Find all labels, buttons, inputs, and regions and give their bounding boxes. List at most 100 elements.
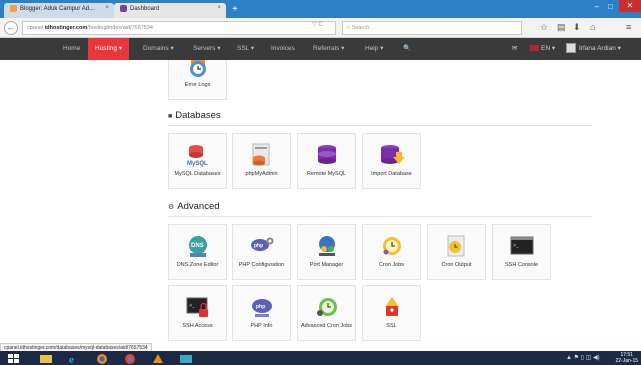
section-title-databases: ■ Databases	[168, 110, 221, 121]
card-cron-jobs[interactable]: Cron Jobs	[362, 224, 421, 280]
svg-text:>_: >_	[513, 243, 520, 249]
php-info-icon: php	[252, 299, 272, 317]
card-label: PHP Info	[250, 323, 273, 329]
address-prefix: cpanel.	[27, 25, 45, 31]
nav-domains[interactable]: Domains ▾	[136, 38, 181, 60]
card-mysql-databases[interactable]: MySQL MySQL Databases	[168, 133, 227, 189]
section-title-advanced: ⚙ Advanced	[168, 201, 220, 212]
address-bar[interactable]: cpanel.idhostinger.com/hosting/index/aid…	[22, 21, 336, 35]
nav-help[interactable]: Help ▾	[358, 38, 390, 60]
card-label: SSH Console	[504, 262, 539, 268]
clock[interactable]: 17:51 22-Jan-15	[615, 352, 638, 364]
main-content: Error Logs ■ Databases MySQL MySQL Databa…	[0, 60, 641, 344]
card-ssl[interactable]: SSL	[362, 285, 421, 341]
tray-icons[interactable]: ▲ ⚑ ▯ ◫ ◀)	[566, 354, 600, 361]
new-tab-button[interactable]: +	[232, 4, 238, 15]
card-port-manager[interactable]: Port Manager	[297, 224, 356, 280]
card-label: MySQL Databases	[174, 171, 221, 177]
cron-output-icon	[447, 235, 465, 257]
card-dns-zone-editor[interactable]: DNS DNS Zone Editor	[168, 224, 227, 280]
maximize-button[interactable]: □	[608, 2, 613, 11]
card-label: SSL	[386, 323, 397, 329]
tab-blogger[interactable]: Blogger: Aduk Campur Ad... ×	[4, 3, 114, 18]
hostinger-favicon-icon	[120, 5, 127, 12]
app-icon[interactable]	[178, 353, 194, 364]
card-import-database[interactable]: Import Database	[362, 133, 421, 189]
reload-button[interactable]: ▽ C	[312, 21, 323, 28]
card-ssh-access[interactable]: >_ SSH Access	[168, 285, 227, 341]
divider	[168, 125, 592, 126]
error-logs-icon	[190, 60, 206, 77]
nav-servers[interactable]: Servers ▾	[186, 38, 227, 60]
close-tab-icon[interactable]: ×	[217, 5, 221, 11]
database-section-icon: ■	[168, 113, 173, 120]
card-phpmyadmin[interactable]: phpMyAdmin	[232, 133, 291, 189]
clock-date: 22-Jan-15	[615, 358, 638, 364]
nav-referrals[interactable]: Referrals ▾	[306, 38, 351, 60]
close-window-button[interactable]: ✕	[619, 0, 641, 12]
card-advanced-cron-jobs[interactable]: Advanced Cron Jobs	[297, 285, 356, 341]
browser-search-input[interactable]: ⌕ Search	[342, 21, 522, 35]
nav-hosting[interactable]: Hosting ▾	[88, 38, 130, 62]
card-label: Port Manager	[309, 262, 344, 268]
card-php-configuration[interactable]: php PHP Configuration	[232, 224, 291, 280]
cron-jobs-icon	[383, 237, 401, 255]
svg-text:DNS: DNS	[191, 243, 204, 249]
mail-icon[interactable]: ✉	[512, 38, 517, 60]
language-selector[interactable]: EN ▾	[530, 38, 555, 60]
site-navbar: Home Hosting ▾ Domains ▾ Servers ▾ SSL ▾…	[0, 38, 641, 62]
svg-text:php: php	[256, 304, 265, 310]
card-label: Cron Jobs	[378, 262, 405, 268]
advanced-cron-icon	[317, 298, 337, 316]
card-cron-output[interactable]: Cron Output	[427, 224, 486, 280]
nav-invoices[interactable]: Invoices	[264, 38, 302, 60]
divider	[168, 216, 592, 217]
vlc-icon[interactable]	[150, 353, 166, 364]
card-ssh-console[interactable]: >_ SSH Console	[492, 224, 551, 280]
card-error-logs[interactable]: Error Logs	[168, 60, 227, 100]
chrome-icon[interactable]	[122, 353, 138, 364]
language-label: EN ▾	[541, 45, 556, 52]
card-label: Remote MySQL	[306, 171, 347, 177]
tab-dashboard[interactable]: Dashboard ×	[114, 3, 226, 18]
address-domain: idhostinger.com	[44, 25, 88, 31]
menu-icon[interactable]: ≡	[626, 22, 631, 32]
card-remote-mysql[interactable]: Remote MySQL	[297, 133, 356, 189]
file-explorer-icon[interactable]	[38, 353, 54, 364]
svg-text:php: php	[254, 243, 263, 249]
card-label: PHP Configuration	[238, 262, 285, 268]
internet-explorer-icon[interactable]: e	[66, 353, 82, 364]
browser-toolbar: ← cpanel.idhostinger.com/hosting/index/a…	[0, 18, 641, 38]
close-tab-icon[interactable]: ×	[105, 5, 109, 11]
download-icon[interactable]: ⬇	[573, 22, 581, 33]
advanced-section-icon: ⚙	[168, 204, 175, 211]
browser-tab-bar: Blogger: Aduk Campur Ad... × Dashboard ×…	[0, 0, 641, 18]
svg-text:>_: >_	[189, 303, 196, 309]
minimize-button[interactable]: –	[595, 2, 599, 11]
nav-ssl[interactable]: SSL ▾	[230, 38, 261, 60]
windows-start-icon[interactable]	[6, 353, 22, 364]
search-icon[interactable]: 🔍	[396, 38, 418, 60]
bookmarks-icon[interactable]: ▤	[557, 22, 566, 33]
card-label: Import Database	[371, 171, 412, 177]
svg-text:MySQL: MySQL	[187, 161, 208, 167]
card-php-info[interactable]: php PHP Info	[232, 285, 291, 341]
star-icon[interactable]: ☆	[540, 22, 548, 33]
port-manager-icon	[319, 236, 335, 256]
tab-title: Blogger: Aduk Campur Ad...	[20, 6, 95, 13]
ssl-icon	[385, 297, 399, 316]
card-label: Advanced Cron Jobs	[300, 323, 353, 329]
user-menu[interactable]: Irfana Ardian ▾	[566, 38, 621, 60]
section-title: Databases	[175, 110, 221, 121]
nav-home[interactable]: Home	[56, 38, 87, 60]
section-title: Advanced	[177, 201, 220, 212]
card-label: Cron Output	[441, 262, 472, 268]
card-label: Error Logs	[184, 82, 211, 88]
import-database-icon	[381, 145, 405, 164]
avatar	[566, 43, 576, 54]
svg-text:e: e	[69, 354, 74, 364]
search-placeholder: Search	[351, 25, 370, 31]
home-icon[interactable]: ⌂	[590, 22, 595, 32]
firefox-icon[interactable]	[94, 353, 110, 364]
back-button[interactable]: ←	[4, 21, 18, 35]
